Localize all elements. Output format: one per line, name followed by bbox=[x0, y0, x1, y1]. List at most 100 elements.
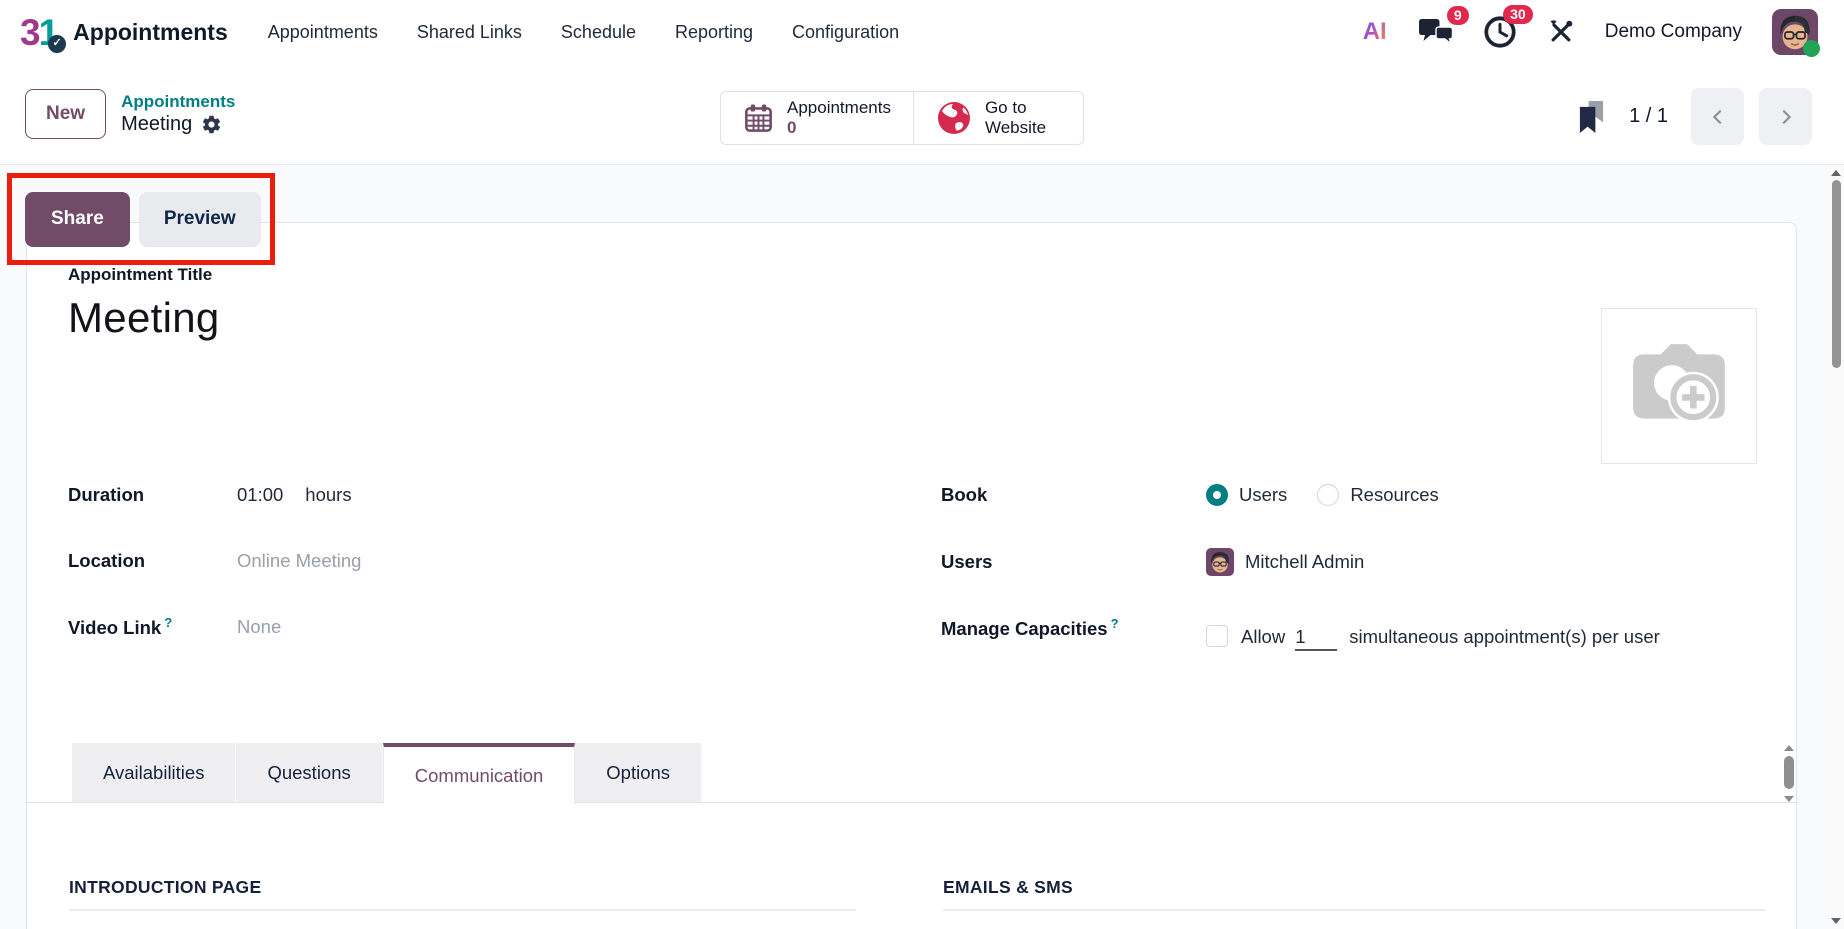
pager-counter[interactable]: 1 / 1 bbox=[1629, 105, 1668, 128]
notebook: Availabilities Questions Communication O… bbox=[27, 743, 1796, 911]
manage-capacities-label: Manage Capacities? bbox=[941, 616, 1206, 640]
scrollbar-thumb[interactable] bbox=[1784, 756, 1794, 789]
book-resources-radio[interactable]: Resources bbox=[1317, 484, 1438, 506]
chevron-left-icon bbox=[1707, 106, 1729, 128]
appointment-title-input[interactable]: Meeting bbox=[68, 294, 1796, 342]
book-field-row: Book Users Resources bbox=[941, 482, 1796, 508]
debug-tools-icon[interactable] bbox=[1547, 18, 1575, 46]
mitchell-admin-avatar bbox=[1206, 548, 1234, 576]
image-upload-placeholder[interactable] bbox=[1601, 308, 1757, 464]
messages-icon[interactable]: 9 bbox=[1417, 16, 1453, 49]
tab-questions[interactable]: Questions bbox=[236, 743, 382, 802]
allow-label: Allow bbox=[1241, 626, 1285, 647]
location-input[interactable]: Online Meeting bbox=[237, 550, 361, 572]
scroll-up-arrow-icon[interactable] bbox=[1784, 745, 1794, 751]
activities-badge: 30 bbox=[1503, 5, 1533, 24]
messages-badge: 9 bbox=[1447, 6, 1469, 25]
bookmark-icon[interactable] bbox=[1577, 100, 1606, 134]
book-users-radio[interactable]: Users bbox=[1206, 484, 1287, 506]
breadcrumb: Appointments Meeting bbox=[121, 91, 235, 137]
tab-bar: Availabilities Questions Communication O… bbox=[27, 743, 1796, 803]
menu-item-schedule[interactable]: Schedule bbox=[561, 22, 636, 43]
video-link-help-icon[interactable]: ? bbox=[164, 615, 172, 630]
preview-button[interactable]: Preview bbox=[139, 192, 261, 247]
manage-capacities-checkbox[interactable] bbox=[1206, 625, 1228, 647]
pager-previous-button[interactable] bbox=[1691, 88, 1744, 145]
manage-capacities-help-icon[interactable]: ? bbox=[1111, 616, 1119, 631]
pager-next-button[interactable] bbox=[1759, 88, 1812, 145]
company-switcher[interactable]: Demo Company bbox=[1605, 21, 1742, 43]
tab-options[interactable]: Options bbox=[575, 743, 702, 802]
emails-sms-heading: EMAILS & SMS bbox=[943, 877, 1765, 898]
scrollbar-thumb[interactable] bbox=[1832, 180, 1841, 368]
form-sheet: Appointment Title Meeting Duration 01:00… bbox=[26, 222, 1797, 929]
users-value: Mitchell Admin bbox=[1245, 551, 1364, 573]
scroll-down-arrow-icon[interactable] bbox=[1784, 796, 1794, 802]
capacity-count-input[interactable]: 1 bbox=[1295, 625, 1337, 651]
location-field-row: Location Online Meeting bbox=[68, 548, 941, 574]
stat-label: Go to Website bbox=[985, 98, 1061, 139]
appointments-stat-button[interactable]: Appointments 0 bbox=[721, 92, 913, 144]
users-tag[interactable]: Mitchell Admin bbox=[1206, 548, 1364, 576]
tab-communication[interactable]: Communication bbox=[383, 743, 576, 804]
stat-label: Appointments bbox=[787, 98, 891, 118]
radio-selected-icon bbox=[1206, 484, 1228, 506]
breadcrumb-current: Meeting bbox=[121, 112, 192, 137]
users-field-row: Users Mitchell Admin bbox=[941, 548, 1796, 576]
menu-item-reporting[interactable]: Reporting bbox=[675, 22, 753, 43]
go-to-website-button[interactable]: Go to Website bbox=[913, 92, 1083, 144]
menu-item-configuration[interactable]: Configuration bbox=[792, 22, 899, 43]
tab-availabilities[interactable]: Availabilities bbox=[72, 743, 236, 802]
user-avatar[interactable] bbox=[1772, 9, 1818, 55]
new-button[interactable]: New bbox=[25, 89, 106, 139]
record-actions-gear-icon[interactable] bbox=[201, 114, 222, 135]
red-annotation-rectangle: Share Preview bbox=[7, 173, 275, 265]
breadcrumb-parent[interactable]: Appointments bbox=[121, 91, 235, 112]
menu-item-appointments[interactable]: Appointments bbox=[268, 22, 378, 43]
video-link-label: Video Link? bbox=[68, 615, 237, 639]
scroll-down-arrow-icon[interactable] bbox=[1831, 918, 1841, 924]
globe-icon bbox=[936, 100, 972, 136]
emails-sms-section: EMAILS & SMS bbox=[943, 877, 1765, 911]
camera-plus-icon bbox=[1628, 340, 1730, 432]
capacity-suffix: simultaneous appointment(s) per user bbox=[1349, 626, 1660, 647]
appointments-logo-icon[interactable]: 31 ✓ bbox=[20, 14, 57, 51]
stat-buttons: Appointments 0 Go to Website bbox=[720, 91, 1084, 145]
pager: 1 / 1 bbox=[1577, 88, 1812, 145]
top-navbar: 31 ✓ Appointments Appointments Shared Li… bbox=[0, 0, 1844, 64]
scroll-up-arrow-icon[interactable] bbox=[1831, 170, 1841, 176]
duration-label: Duration bbox=[68, 484, 237, 506]
video-link-field-row: Video Link? None bbox=[68, 614, 941, 640]
app-name[interactable]: Appointments bbox=[73, 19, 228, 46]
communication-tab-content: INTRODUCTION PAGE EMAILS & SMS bbox=[27, 803, 1796, 911]
book-label: Book bbox=[941, 484, 1206, 506]
activities-clock-icon[interactable]: 30 bbox=[1483, 15, 1517, 49]
chevron-right-icon bbox=[1775, 106, 1797, 128]
stat-count: 0 bbox=[787, 118, 891, 138]
form-view-container: Share Preview Appointment Title Meeting … bbox=[0, 165, 1844, 929]
manage-capacities-field-row: Manage Capacities? Allow 1 simultaneous ap… bbox=[941, 616, 1796, 657]
users-label: Users bbox=[941, 551, 1206, 573]
section-divider bbox=[943, 909, 1765, 911]
ai-icon[interactable]: AI bbox=[1363, 18, 1387, 46]
systray: AI 9 30 Demo Company bbox=[1363, 9, 1818, 55]
radio-unselected-icon bbox=[1317, 484, 1339, 506]
duration-unit: hours bbox=[305, 484, 351, 506]
section-divider bbox=[69, 909, 856, 911]
duration-input[interactable]: 01:00 bbox=[237, 484, 283, 506]
duration-field-row: Duration 01:00 hours bbox=[68, 482, 941, 508]
calendar-icon bbox=[743, 103, 774, 134]
location-label: Location bbox=[68, 550, 237, 572]
control-panel: New Appointments Meeting Appointments 0 bbox=[0, 64, 1844, 165]
logo-check-icon: ✓ bbox=[48, 35, 66, 53]
menu-item-shared-links[interactable]: Shared Links bbox=[417, 22, 522, 43]
share-button[interactable]: Share bbox=[25, 192, 130, 247]
introduction-page-heading: INTRODUCTION PAGE bbox=[69, 877, 856, 898]
notebook-scrollbar[interactable] bbox=[1783, 745, 1795, 802]
video-link-input[interactable]: None bbox=[237, 616, 281, 638]
appointment-title-label: Appointment Title bbox=[68, 265, 1796, 285]
main-menu: Appointments Shared Links Schedule Repor… bbox=[268, 22, 899, 43]
introduction-page-section: INTRODUCTION PAGE bbox=[69, 877, 856, 911]
page-scrollbar[interactable] bbox=[1829, 165, 1844, 929]
online-status-dot bbox=[1803, 40, 1820, 57]
